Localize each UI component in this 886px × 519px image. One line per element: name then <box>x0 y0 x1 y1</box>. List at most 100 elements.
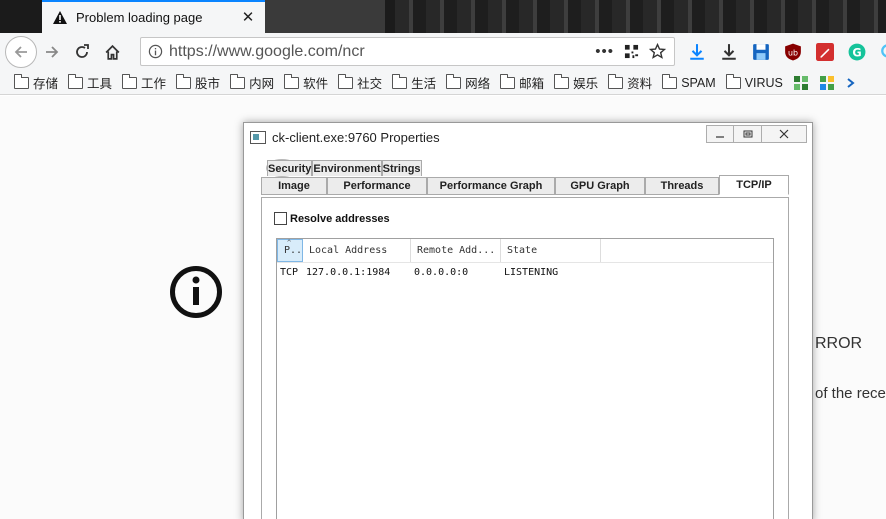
folder-icon <box>725 73 741 89</box>
folder-icon <box>284 73 300 89</box>
tab-performance[interactable]: Performance <box>327 177 427 195</box>
url-text[interactable]: https://www.google.com/ncr <box>169 43 595 61</box>
grammarly-icon[interactable]: G <box>846 41 868 63</box>
resolve-addresses-checkbox[interactable] <box>274 212 287 225</box>
cell-protocol: TCP <box>280 266 299 278</box>
bookmark-folder[interactable]: 工作 <box>122 73 166 92</box>
property-tabs: Security Environment Strings Image Perfo… <box>261 159 789 195</box>
column-remote-address[interactable]: Remote Add... <box>411 239 501 262</box>
bookmark-folder[interactable]: 网络 <box>446 73 490 92</box>
app-icon <box>250 130 266 144</box>
column-protocol[interactable]: ^ P.. <box>277 239 303 262</box>
sort-ascending-icon: ^ <box>287 239 292 247</box>
folder-icon <box>14 73 29 89</box>
folder-icon <box>662 73 678 89</box>
ublock-icon[interactable]: ub <box>782 41 804 63</box>
bookmark-folder[interactable]: SPAM <box>662 73 716 90</box>
download-icon[interactable] <box>686 41 708 63</box>
home-icon <box>105 44 119 60</box>
browser-tab[interactable]: Problem loading page ✕ <box>42 0 265 33</box>
tab-gpu-graph[interactable]: GPU Graph <box>555 177 645 195</box>
close-button[interactable] <box>762 125 807 143</box>
error-title-fragment: RROR <box>815 335 863 352</box>
list-header: ^ P.. Local Address Remote Add... State <box>277 239 773 263</box>
url-bar[interactable]: https://www.google.com/ncr ••• <box>140 37 675 66</box>
resolve-addresses-option[interactable]: Resolve addresses <box>274 212 390 225</box>
reload-icon <box>76 44 89 58</box>
info-icon[interactable] <box>141 44 169 59</box>
tab-tcp-ip[interactable]: TCP/IP <box>719 175 789 195</box>
properties-dialog: ck-client.exe:9760 Properties Security E… <box>243 122 813 519</box>
bookmark-folder[interactable]: 工具 <box>68 73 112 92</box>
bookmark-folder[interactable]: 社交 <box>338 73 382 92</box>
home-button[interactable] <box>97 37 127 67</box>
arrow-left-icon <box>14 46 27 58</box>
search-extension-icon[interactable] <box>878 41 886 63</box>
dialog-titlebar[interactable]: ck-client.exe:9760 Properties <box>244 123 812 151</box>
bookmark-folder[interactable]: VIRUS <box>725 73 783 90</box>
minimize-button[interactable] <box>706 125 734 143</box>
bookmark-folder[interactable]: 娱乐 <box>554 73 598 92</box>
folder-icon <box>338 73 354 89</box>
restore-button[interactable] <box>734 125 762 143</box>
tab-image[interactable]: Image <box>261 177 327 195</box>
tab-strip: Problem loading page ✕ <box>0 0 886 33</box>
connections-list: ^ P.. Local Address Remote Add... State … <box>276 238 774 519</box>
column-state[interactable]: State <box>501 239 601 262</box>
qr-code-icon[interactable] <box>624 44 639 59</box>
folder-icon <box>392 73 408 89</box>
bookmarks-toolbar: 存储 工具 工作 股市 内网 软件 社交 生活 网络 邮箱 娱乐 资料 SPAM… <box>0 71 886 95</box>
tab-performance-graph[interactable]: Performance Graph <box>427 177 555 195</box>
info-icon <box>170 266 222 318</box>
nav-bar: https://www.google.com/ncr ••• ub G <box>0 33 886 71</box>
pen-extension-icon[interactable] <box>814 41 836 63</box>
cell-remote-address: 0.0.0.0:0 <box>414 266 469 278</box>
reload-button[interactable] <box>67 37 97 67</box>
column-local-address[interactable]: Local Address <box>303 239 411 262</box>
resolve-addresses-label: Resolve addresses <box>290 212 390 225</box>
save-icon[interactable] <box>750 41 772 63</box>
tab-security[interactable]: Security <box>267 160 313 176</box>
bookmark-overflow-icon[interactable] <box>845 75 861 91</box>
folder-icon <box>608 73 624 89</box>
close-icon <box>779 129 789 139</box>
folder-icon <box>554 73 570 89</box>
svg-text:ub: ub <box>788 48 798 57</box>
minimize-icon <box>716 136 724 138</box>
download-manager-icon[interactable] <box>718 41 740 63</box>
close-tab-icon[interactable]: ✕ <box>241 10 255 25</box>
dialog-title: ck-client.exe:9760 Properties <box>272 129 440 145</box>
star-icon[interactable] <box>649 43 666 60</box>
bookmark-folder[interactable]: 资料 <box>608 73 652 92</box>
tab-strings[interactable]: Strings <box>381 160 422 176</box>
folder-icon <box>230 73 246 89</box>
bookmark-folder[interactable]: 邮箱 <box>500 73 544 92</box>
cell-local-address: 127.0.0.1:1984 <box>306 266 391 278</box>
table-row[interactable]: TCP 127.0.0.1:1984 0.0.0.0:0 LISTENING <box>277 264 773 280</box>
folder-icon <box>446 73 462 89</box>
bookmark-folder[interactable]: 股市 <box>176 73 220 92</box>
bookmark-folder[interactable]: 软件 <box>284 73 328 92</box>
forward-button[interactable] <box>37 37 67 67</box>
bookmark-folder[interactable]: 生活 <box>392 73 436 92</box>
tab-title: Problem loading page <box>76 10 203 25</box>
warning-icon <box>53 10 67 24</box>
grid-bookmark-icon[interactable] <box>793 75 809 91</box>
more-actions-icon[interactable]: ••• <box>595 43 614 60</box>
bookmark-folder[interactable]: 内网 <box>230 73 274 92</box>
svg-text:G: G <box>852 47 861 60</box>
folder-icon <box>176 73 192 89</box>
folder-icon <box>122 73 138 89</box>
tcp-ip-panel: Resolve addresses ^ P.. Local Address Re… <box>261 197 789 519</box>
folder-icon <box>500 73 516 89</box>
error-text-fragment: of the rece <box>815 385 886 402</box>
back-button[interactable] <box>5 36 37 68</box>
apps-bookmark-icon[interactable] <box>819 75 835 91</box>
tab-threads[interactable]: Threads <box>645 177 719 195</box>
bookmark-folder[interactable]: 存储 <box>14 73 58 92</box>
tab-environment[interactable]: Environment <box>312 160 382 176</box>
arrow-right-icon <box>46 46 59 58</box>
folder-icon <box>68 73 84 89</box>
restore-icon <box>743 130 752 138</box>
cell-state: LISTENING <box>504 266 559 278</box>
